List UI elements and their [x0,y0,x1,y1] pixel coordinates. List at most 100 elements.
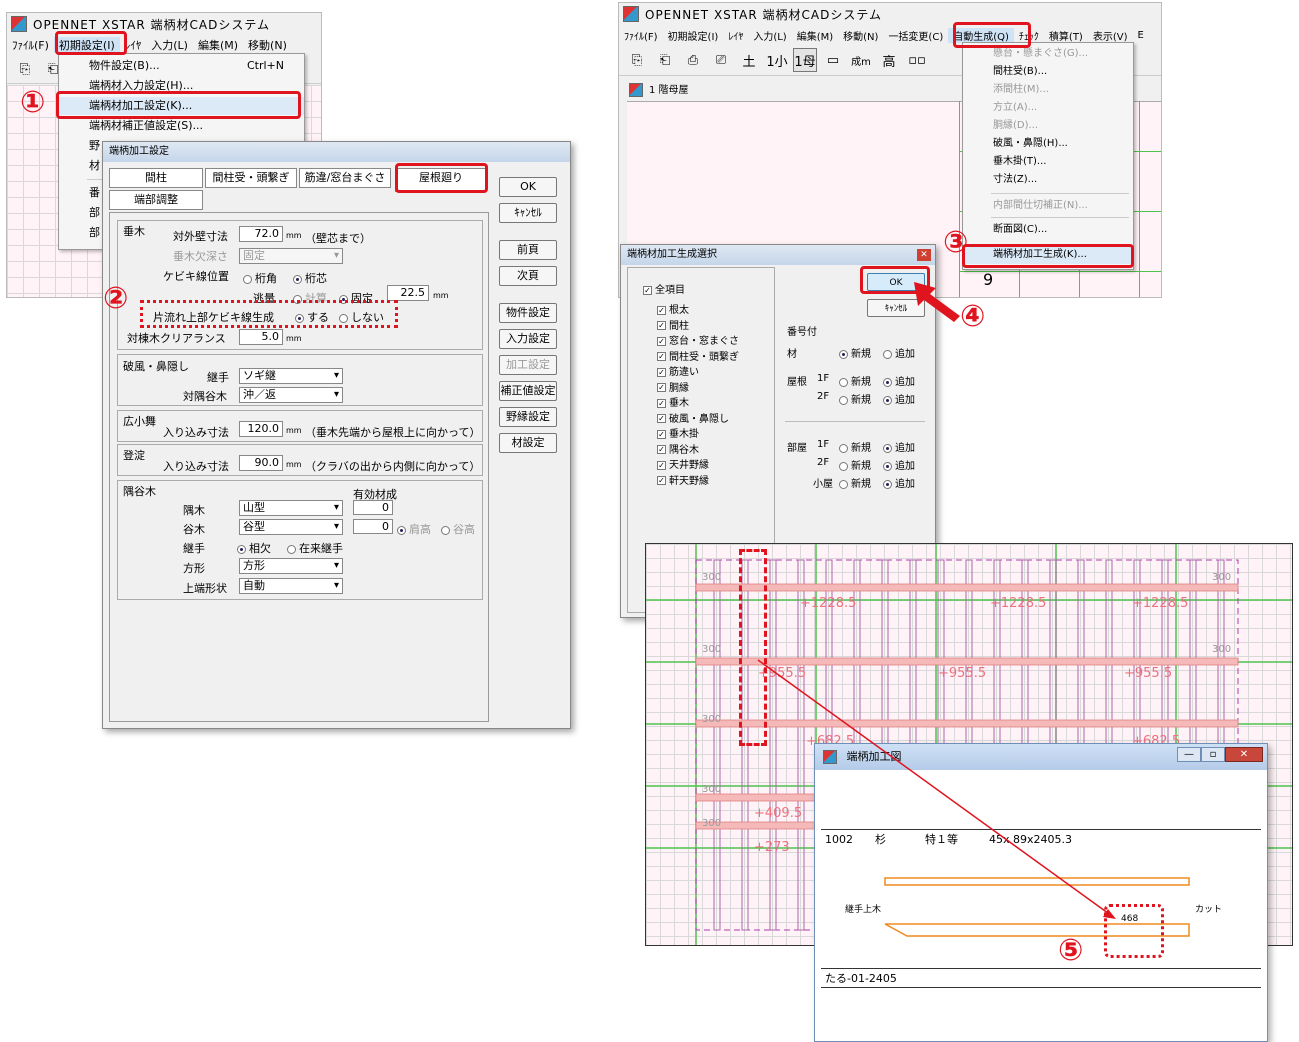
tool-1bo[interactable]: 1母 [793,48,817,72]
gen-item-checkbox[interactable]: ✓ [657,445,666,454]
roof-2f-radio-new[interactable] [839,395,848,405]
tani-opt-b[interactable]: 谷高 [441,521,475,537]
property-setting-button[interactable]: 物件設定 [499,303,557,323]
hafu-sumi-select[interactable]: 沖／返 [239,387,343,403]
gen-item-checkbox[interactable]: ✓ [657,367,666,377]
gen-item-8[interactable]: ✓ 垂木掛 [657,425,699,440]
yodo-input[interactable]: 90.0 [239,455,283,471]
clear-input[interactable]: 5.0 [239,329,283,345]
top-shape-select[interactable]: 自動 [239,578,343,594]
gen-item-checkbox[interactable]: ✓ [657,305,666,315]
tab-mabashira[interactable]: 間柱 [109,168,203,188]
menu-item-property[interactable]: 物件設定(B)... Ctrl+N [59,57,304,75]
auto-item-dobuchi[interactable]: 胴縁(D)... [963,117,1133,135]
gen-item-2[interactable]: ✓ 窓台・窓まぐさ [657,332,739,347]
tani-eff-input[interactable]: 0 [353,519,393,534]
auto-item-hafu[interactable]: 破風・鼻隠(H)... [963,135,1133,153]
gen-item-checkbox[interactable]: ✓ [657,336,666,346]
gen-item-checkbox[interactable]: ✓ [657,352,666,361]
rmenu-e[interactable]: E [1133,30,1149,41]
wall-input[interactable]: 72.0 [239,226,283,242]
rmenu-layer[interactable]: ﾚｲﾔ [723,28,748,43]
input-setting-button[interactable]: 入力設定 [499,329,557,349]
tsugi-radio-2[interactable] [287,544,296,554]
koya-radio-new[interactable] [839,479,848,489]
roof-2f-add[interactable]: 追加 [883,391,915,406]
roof-1f-radio-add[interactable] [883,377,892,387]
toolbar-icon-a[interactable]: ⎘ [13,57,37,81]
komai-input[interactable]: 120.0 [239,421,283,437]
tool-dots[interactable]: ▫▫ [905,48,929,72]
maximize-button[interactable]: ▫ [1201,747,1225,762]
menu-move[interactable]: 移動(N) [243,37,292,53]
gen-item-checkbox[interactable]: ✓ [657,383,666,392]
gen-item-checkbox[interactable]: ✓ [657,321,666,330]
flow-input[interactable]: 22.5 [387,285,429,301]
auto-item-mabashira-uke[interactable]: 間柱受(B)... [963,63,1133,81]
doc-tab[interactable]: 1 階母屋 [629,81,689,101]
auto-item-danmen[interactable]: 断面図(C)... [963,221,1133,239]
minimize-button[interactable]: — [1177,747,1201,762]
auto-item-soemabashira[interactable]: 添間柱(M)... [963,81,1133,99]
gen-item-checkbox[interactable]: ✓ [657,476,666,485]
tool-seim[interactable]: 成m [849,48,873,72]
next-page-button[interactable]: 次頁 [499,266,557,286]
rmenu-input[interactable]: 入力(L) [748,28,791,43]
koya-add[interactable]: 追加 [883,475,915,490]
room-2f-radio-add[interactable] [883,461,892,471]
roof-1f-add[interactable]: 追加 [883,373,915,388]
tool-icon-3[interactable]: ⎙ [681,48,705,72]
room-2f-add[interactable]: 追加 [883,457,915,472]
kebiki-radio-1[interactable] [243,274,252,284]
gen-item-9[interactable]: ✓ 隅谷木 [657,441,699,456]
sumi-select[interactable]: 山型 [239,500,343,516]
room-1f-radio-add[interactable] [883,443,892,453]
tani-select[interactable]: 谷型 [239,519,343,535]
zai-new[interactable]: 新規 [839,345,871,360]
hafu-tsugite-select[interactable]: ソギ継 [239,368,343,384]
menu-file[interactable]: ﾌｧｲﾙ(F) [7,37,54,53]
gen-item-6[interactable]: ✓ 垂木 [657,394,689,409]
kebiki-opt1[interactable]: 桁角 [243,270,277,286]
gen-all-check[interactable]: ✓ 全項目 [643,281,685,296]
roof-2f-radio-add[interactable] [883,395,892,405]
rmenu-file[interactable]: ﾌｧｲﾙ(F) [619,28,663,43]
room-1f-add[interactable]: 追加 [883,439,915,454]
tab-tanbu[interactable]: 端部調整 [109,190,203,210]
menu-item-correction-setting[interactable]: 端柄材補正値設定(S)... [59,117,304,135]
tani-radio-a[interactable] [397,525,406,535]
tsugi-opt1[interactable]: 相欠 [237,540,271,556]
hogata-select[interactable]: 方形 [239,558,343,574]
kebiki-radio-2[interactable] [293,274,302,284]
process-setting-button[interactable]: 加工設定 [499,355,557,375]
gen-item-10[interactable]: ✓ 天井野縁 [657,456,709,471]
gen-item-11[interactable]: ✓ 軒天野縁 [657,472,709,487]
gen-item-1[interactable]: ✓ 間柱 [657,317,689,332]
auto-item-hodate[interactable]: 方立(A)... [963,99,1133,117]
menu-edit[interactable]: 編集(M) [193,37,243,53]
tool-do[interactable]: 土 [737,48,761,72]
roof-1f-radio-new[interactable] [839,377,848,387]
gen-item-5[interactable]: ✓ 胴縁 [657,379,689,394]
gen-item-checkbox[interactable]: ✓ [657,460,666,470]
room-2f-new[interactable]: 新規 [839,457,871,472]
gen-item-0[interactable]: ✓ 根太 [657,301,689,316]
rmenu-init[interactable]: 初期設定(I) [663,28,724,43]
material-setting-button[interactable]: 材設定 [499,433,557,453]
room-2f-radio-new[interactable] [839,461,848,471]
kebiki-opt2[interactable]: 桁芯 [293,270,327,286]
room-1f-radio-new[interactable] [839,443,848,453]
menu-input[interactable]: 入力(L) [146,37,193,53]
gen-item-checkbox[interactable]: ✓ [657,414,666,423]
rmenu-edit[interactable]: 編集(M) [792,28,838,43]
correction-setting-button[interactable]: 補正値設定 [499,381,557,401]
gen-item-7[interactable]: ✓ 破風・鼻隠し [657,410,729,425]
rmenu-bulk[interactable]: 一括変更(C) [883,28,948,43]
gen-item-4[interactable]: ✓ 筋違い [657,363,699,378]
tool-icon-2[interactable]: ⎗ [653,48,677,72]
auto-item-sunpo[interactable]: 寸法(Z)... [963,171,1133,189]
tani-radio-b[interactable] [441,525,450,535]
rmenu-estimate[interactable]: 積算(T) [1044,28,1088,43]
room-1f-new[interactable]: 新規 [839,439,871,454]
tool-1sho[interactable]: 1小 [765,48,789,72]
